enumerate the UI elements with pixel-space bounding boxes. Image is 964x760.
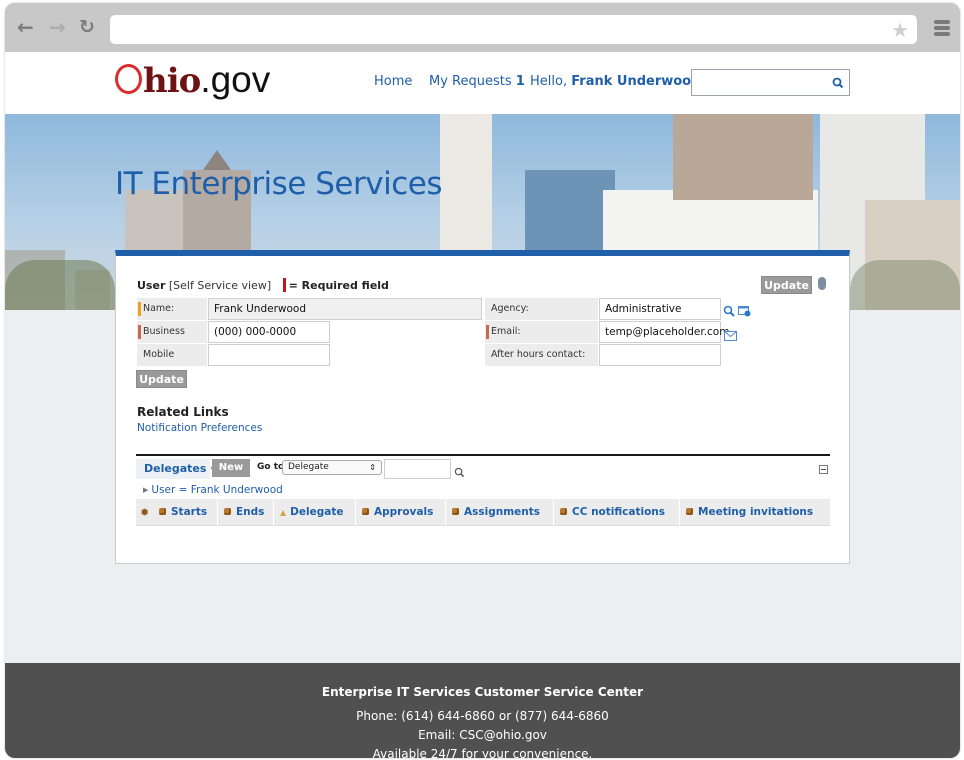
my-requests-count: 1 xyxy=(515,74,525,89)
record-label: User xyxy=(137,279,166,292)
site-footer: Enterprise IT Services Customer Service … xyxy=(5,663,960,758)
header-search xyxy=(691,69,850,96)
address-bar[interactable]: ★ xyxy=(110,15,917,44)
related-links-heading: Related Links xyxy=(137,405,229,419)
column-header-approvals[interactable]: Approvals xyxy=(356,499,446,526)
business-phone-field[interactable]: (000) 000-0000 xyxy=(208,321,330,343)
sort-ascending-icon: ▲ xyxy=(280,508,287,517)
site-header: hio.gov Home My Requests 1 Hello, Frank … xyxy=(5,52,960,114)
forward-arrow-icon[interactable]: → xyxy=(49,17,66,37)
name-field[interactable]: Frank Underwood xyxy=(208,298,482,320)
browser-menu-icon[interactable] xyxy=(934,20,950,38)
column-header-starts[interactable]: Starts xyxy=(156,499,218,526)
list-filter-breadcrumb[interactable]: ▶ User = Frank Underwood xyxy=(143,484,283,496)
send-email-envelope-icon[interactable] xyxy=(724,326,737,345)
delegates-list-toolbar: Delegates▼ New Go to Delegate ⇕ xyxy=(136,459,830,479)
notification-preferences-link[interactable]: Notification Preferences xyxy=(137,422,262,434)
user-name: Frank Underwood xyxy=(571,74,701,89)
search-icon[interactable] xyxy=(454,463,465,482)
column-header-cc-notifications[interactable]: CC notifications xyxy=(554,499,680,526)
nav-my-requests-link[interactable]: My Requests 1 xyxy=(429,74,525,89)
required-indicator xyxy=(282,278,286,292)
search-icon[interactable] xyxy=(832,74,844,93)
update-button-bottom[interactable]: Update xyxy=(136,370,187,388)
form-header: User [Self Service view] = Required fiel… xyxy=(137,278,389,292)
goto-search-input[interactable] xyxy=(384,459,451,479)
page-viewport: hio.gov Home My Requests 1 Hello, Frank … xyxy=(5,52,960,758)
column-header-delegate[interactable]: ▲ Delegate xyxy=(274,499,356,526)
attachment-paperclip-icon[interactable] xyxy=(818,277,826,290)
cube-icon xyxy=(159,508,166,515)
cube-icon xyxy=(362,508,369,515)
delegates-list-menu[interactable]: Delegates▼ xyxy=(136,459,217,479)
collapse-list-icon[interactable] xyxy=(819,465,828,474)
delegates-list-header: ✹ Starts Ends ▲ Delegate Approvals Assign… xyxy=(136,499,830,526)
ohio-gov-logo[interactable]: hio.gov xyxy=(115,60,270,101)
select-arrows-icon: ⇕ xyxy=(369,463,376,472)
cube-icon xyxy=(560,508,567,515)
mobile-phone-field[interactable] xyxy=(208,344,330,366)
logo-o-ring xyxy=(115,64,142,94)
required-mark xyxy=(138,325,141,339)
my-requests-label: My Requests xyxy=(429,74,512,89)
cube-icon xyxy=(224,508,231,515)
user-menu-link[interactable]: Hello, Frank Underwood▶ xyxy=(530,74,710,89)
page-title: IT Enterprise Services xyxy=(115,166,442,202)
bookmark-star-icon[interactable]: ★ xyxy=(891,18,909,42)
reference-info-icon[interactable] xyxy=(738,302,751,321)
nav-home-link[interactable]: Home xyxy=(374,74,412,89)
column-header-ends[interactable]: Ends xyxy=(218,499,274,526)
email-field[interactable]: temp@placeholder.com xyxy=(599,321,729,343)
hello-prefix: Hello, xyxy=(530,74,568,89)
update-button-top[interactable]: Update xyxy=(761,276,812,294)
required-legend: = Required field xyxy=(288,279,389,292)
list-settings-gear-icon[interactable]: ✹ xyxy=(140,506,149,519)
column-header-assignments[interactable]: Assignments xyxy=(446,499,554,526)
cube-icon xyxy=(686,508,693,515)
expand-triangle-icon: ▶ xyxy=(143,486,149,494)
header-search-input[interactable] xyxy=(692,70,822,95)
after-hours-contact-field[interactable] xyxy=(599,344,721,366)
footer-email[interactable]: Email: CSC@ohio.gov xyxy=(5,728,960,742)
browser-window: ← → ↻ ★ hio.gov Home My Requests 1 Hello… xyxy=(5,3,960,758)
required-mark xyxy=(486,325,489,339)
mobile-phone-label: Mobile phone: xyxy=(137,344,207,382)
list-divider xyxy=(136,454,830,456)
goto-field-select[interactable]: Delegate ⇕ xyxy=(282,460,382,475)
lookup-magnifier-icon[interactable] xyxy=(723,302,735,321)
browser-toolbar: ← → ↻ ★ xyxy=(5,3,960,52)
reload-icon[interactable]: ↻ xyxy=(79,17,95,37)
after-hours-contact-label: After hours contact: xyxy=(485,344,598,366)
mandatory-mark xyxy=(138,302,141,316)
agency-field[interactable]: Administrative Services xyxy=(599,298,721,335)
goto-label: Go to xyxy=(257,462,285,472)
view-label: [Self Service view] xyxy=(168,279,272,292)
back-arrow-icon[interactable]: ← xyxy=(17,17,34,37)
email-label: Email: xyxy=(485,321,598,343)
footer-title: Enterprise IT Services Customer Service … xyxy=(321,685,644,699)
business-phone-label: Business phone: xyxy=(137,321,207,359)
footer-availability: Available 24/7 for your convenience. xyxy=(372,747,593,758)
agency-label: Agency: xyxy=(485,298,598,320)
column-header-meeting-invitations[interactable]: Meeting invitations xyxy=(680,499,830,526)
new-delegate-button[interactable]: New xyxy=(212,459,250,477)
user-form-panel: User [Self Service view] = Required fiel… xyxy=(115,250,850,564)
cube-icon xyxy=(452,508,459,515)
footer-phone: Phone: (614) 644-6860 or (877) 644-6860 xyxy=(356,709,609,723)
name-label: Name: xyxy=(137,298,207,320)
